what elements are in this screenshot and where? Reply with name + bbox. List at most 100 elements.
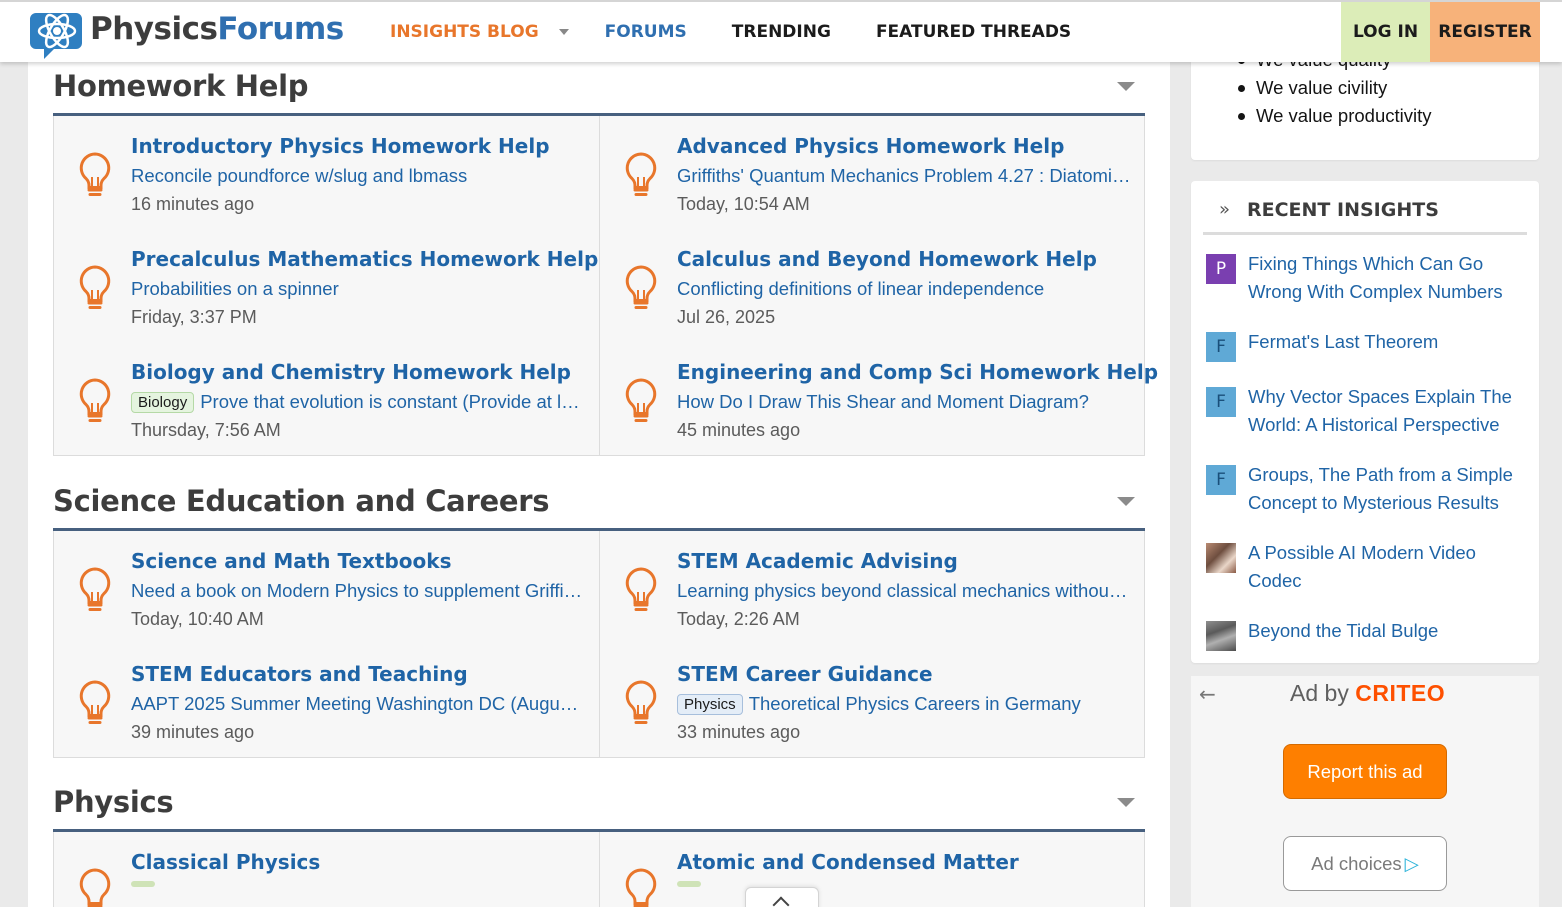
- logo-wordmark: PhysicsForums: [90, 11, 344, 47]
- latest-thread-time[interactable]: Jul 26, 2025: [677, 307, 775, 328]
- site-logo[interactable]: PhysicsForums: [30, 5, 344, 61]
- latest-thread-time[interactable]: 39 minutes ago: [131, 722, 254, 743]
- nav-forums[interactable]: FORUMS: [605, 22, 687, 42]
- latest-thread-time[interactable]: Today, 10:40 AM: [131, 609, 264, 630]
- back-arrow-icon[interactable]: ←: [1199, 682, 1216, 706]
- latest-thread-link[interactable]: [131, 881, 586, 887]
- latest-thread-link[interactable]: Griffiths' Quantum Mechanics Problem 4.2…: [677, 165, 1132, 187]
- node-title-link[interactable]: Precalculus Mathematics Homework Help: [131, 247, 598, 271]
- latest-thread-time[interactable]: Friday, 3:37 PM: [131, 307, 257, 328]
- prefix-badge-biology[interactable]: Biology: [131, 391, 195, 413]
- forum-node: Atomic and Condensed Matter: [599, 832, 1145, 907]
- avatar[interactable]: F: [1206, 465, 1236, 495]
- node-title-link[interactable]: Introductory Physics Homework Help: [131, 134, 550, 158]
- latest-thread-link[interactable]: Learning physics beyond classical mechan…: [677, 580, 1132, 602]
- lightbulb-icon: [625, 152, 657, 196]
- forum-node: Advanced Physics Homework Help Griffiths…: [599, 116, 1145, 229]
- latest-thread-link[interactable]: AAPT 2025 Summer Meeting Washington DC (…: [131, 693, 586, 715]
- insight-link[interactable]: Groups, The Path from a Simple Concept t…: [1248, 461, 1533, 517]
- lightbulb-icon: [625, 680, 657, 724]
- latest-thread-title[interactable]: Conflicting definitions of linear indepe…: [677, 278, 1044, 300]
- collapse-toggle-icon[interactable]: [1117, 497, 1135, 506]
- ad-by-text: Ad by: [1290, 680, 1349, 706]
- node-title-link[interactable]: Biology and Chemistry Homework Help: [131, 360, 571, 384]
- latest-thread-link[interactable]: Physics Theoretical Physics Careers in Ge…: [677, 693, 1132, 715]
- scroll-to-top-button[interactable]: [745, 887, 819, 907]
- lightbulb-icon: [79, 680, 111, 724]
- nav-featured-threads[interactable]: FEATURED THREADS: [876, 22, 1071, 42]
- node-title-link[interactable]: Classical Physics: [131, 850, 320, 874]
- avatar-thumbnail[interactable]: [1206, 543, 1236, 573]
- avatar[interactable]: F: [1206, 387, 1236, 417]
- ad-choices-icon: ▷: [1404, 852, 1419, 874]
- section-header: Physics: [53, 778, 1145, 832]
- node-title-link[interactable]: Atomic and Condensed Matter: [677, 850, 1019, 874]
- latest-thread-title[interactable]: Probabilities on a spinner: [131, 278, 339, 300]
- node-title-link[interactable]: Engineering and Comp Sci Homework Help: [677, 360, 1158, 384]
- latest-thread-link[interactable]: [677, 881, 1132, 887]
- chevron-down-icon[interactable]: [558, 29, 569, 35]
- collapse-toggle-icon[interactable]: [1117, 82, 1135, 91]
- latest-thread-time[interactable]: Thursday, 7:56 AM: [131, 420, 281, 441]
- node-grid: Introductory Physics Homework Help Recon…: [53, 116, 1158, 456]
- latest-thread-time[interactable]: 16 minutes ago: [131, 194, 254, 215]
- ad-choices-button[interactable]: Ad choices ▷: [1283, 836, 1447, 891]
- atom-logo-icon: [30, 13, 82, 59]
- prefix-badge[interactable]: [131, 881, 155, 887]
- node-title-link[interactable]: Advanced Physics Homework Help: [677, 134, 1064, 158]
- latest-thread-title[interactable]: Theoretical Physics Careers in Germany: [749, 693, 1081, 715]
- logo-text-physics: Physics: [90, 11, 218, 47]
- lightbulb-icon: [79, 868, 111, 907]
- insight-link[interactable]: A Possible AI Modern Video Codec: [1248, 539, 1533, 595]
- nav-trending[interactable]: TRENDING: [732, 22, 831, 42]
- latest-thread-time[interactable]: 45 minutes ago: [677, 420, 800, 441]
- section-title[interactable]: Physics: [53, 785, 174, 819]
- latest-thread-title[interactable]: Prove that evolution is constant (Provid…: [200, 391, 586, 413]
- latest-thread-link[interactable]: Conflicting definitions of linear indepe…: [677, 278, 1132, 300]
- latest-thread-title[interactable]: AAPT 2025 Summer Meeting Washington DC (…: [131, 693, 586, 715]
- latest-thread-title[interactable]: How Do I Draw This Shear and Moment Diag…: [677, 391, 1089, 413]
- latest-thread-link[interactable]: Probabilities on a spinner: [131, 278, 586, 300]
- latest-thread-link[interactable]: How Do I Draw This Shear and Moment Diag…: [677, 391, 1132, 413]
- avatar[interactable]: F: [1206, 332, 1236, 362]
- insight-link[interactable]: Beyond the Tidal Bulge: [1248, 617, 1533, 645]
- avatar[interactable]: P: [1206, 254, 1236, 284]
- collapse-toggle-icon[interactable]: [1117, 798, 1135, 807]
- section-title[interactable]: Homework Help: [53, 69, 309, 103]
- report-ad-button[interactable]: Report this ad: [1283, 744, 1447, 799]
- nav-insights-blog[interactable]: INSIGHTS BLOG: [390, 22, 539, 42]
- node-title-link[interactable]: STEM Academic Advising: [677, 549, 958, 573]
- latest-thread-title[interactable]: Reconcile poundforce w/slug and lbmass: [131, 165, 467, 187]
- node-title-link[interactable]: Science and Math Textbooks: [131, 549, 452, 573]
- latest-thread-title[interactable]: Learning physics beyond classical mechan…: [677, 580, 1132, 602]
- latest-thread-time[interactable]: 33 minutes ago: [677, 722, 800, 743]
- avatar-thumbnail[interactable]: [1206, 621, 1236, 651]
- latest-thread-link[interactable]: Need a book on Modern Physics to supplem…: [131, 580, 586, 602]
- node-title-link[interactable]: STEM Educators and Teaching: [131, 662, 468, 686]
- latest-thread-title[interactable]: Need a book on Modern Physics to supplem…: [131, 580, 586, 602]
- values-widget: We value quality We value civility We va…: [1191, 49, 1539, 160]
- prefix-badge-physics[interactable]: Physics: [677, 693, 743, 715]
- login-button[interactable]: LOG IN: [1341, 2, 1430, 62]
- lightbulb-icon: [79, 265, 111, 309]
- criteo-logo[interactable]: CRITEO: [1355, 680, 1445, 706]
- lightbulb-icon: [625, 868, 657, 907]
- latest-thread-link[interactable]: Biology Prove that evolution is constant …: [131, 391, 586, 413]
- prefix-badge[interactable]: [677, 881, 701, 887]
- latest-thread-title[interactable]: Griffiths' Quantum Mechanics Problem 4.2…: [677, 165, 1132, 187]
- forum-node: Science and Math Textbooks Need a book o…: [54, 531, 599, 644]
- insight-link[interactable]: Fixing Things Which Can Go Wrong With Co…: [1248, 250, 1533, 306]
- insight-link[interactable]: Fermat's Last Theorem: [1248, 328, 1533, 356]
- node-title-link[interactable]: Calculus and Beyond Homework Help: [677, 247, 1097, 271]
- latest-thread-time[interactable]: Today, 10:54 AM: [677, 194, 810, 215]
- ad-choices-label: Ad choices: [1311, 852, 1402, 874]
- register-button[interactable]: REGISTER: [1430, 2, 1540, 62]
- section-science-education-careers: Science Education and Careers Science an…: [53, 477, 1145, 758]
- section-homework-help: Homework Help Introductory Physics Homew…: [53, 62, 1158, 456]
- widget-title[interactable]: RECENT INSIGHTS: [1247, 199, 1439, 221]
- insight-link[interactable]: Why Vector Spaces Explain The World: A H…: [1248, 383, 1533, 439]
- latest-thread-link[interactable]: Reconcile poundforce w/slug and lbmass: [131, 165, 586, 187]
- latest-thread-time[interactable]: Today, 2:26 AM: [677, 609, 800, 630]
- section-title[interactable]: Science Education and Careers: [53, 484, 549, 518]
- node-title-link[interactable]: STEM Career Guidance: [677, 662, 933, 686]
